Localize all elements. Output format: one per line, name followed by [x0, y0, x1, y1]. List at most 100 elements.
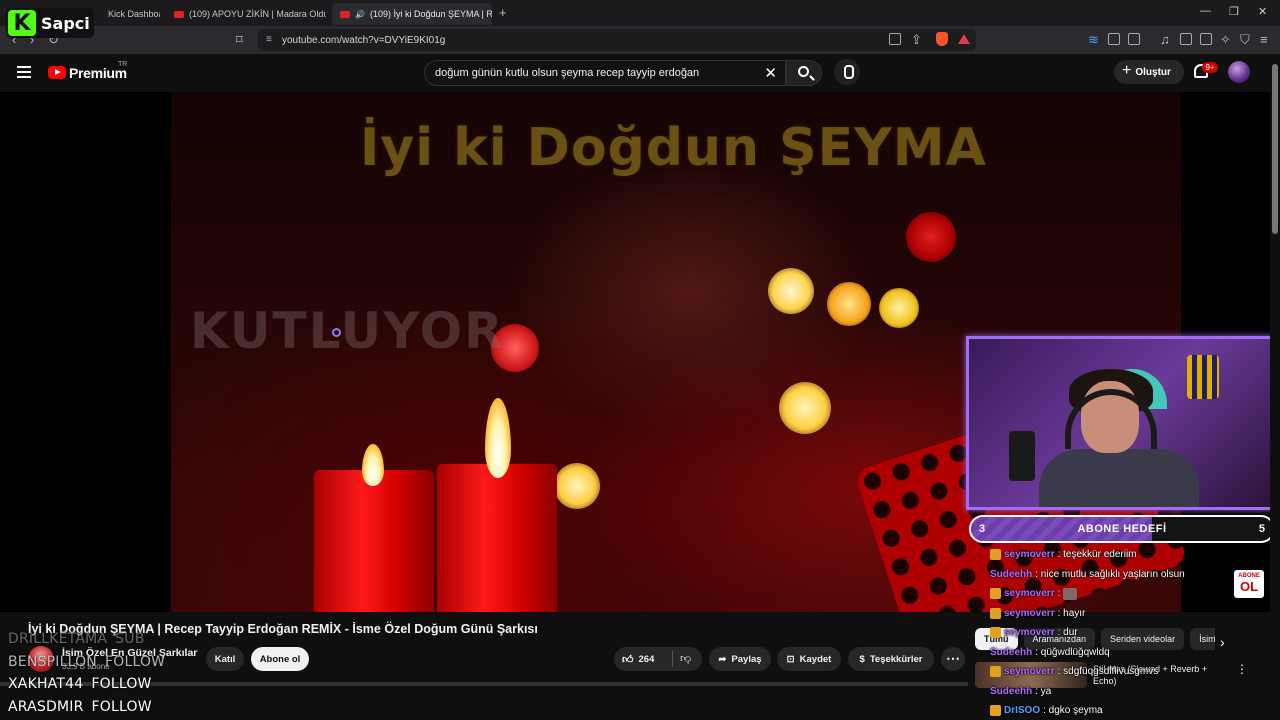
subscribe-badge-bottom: OL [1239, 579, 1259, 594]
chat-message: seymoverr: sdgfüqgsdlflivusgmvs [990, 662, 1230, 682]
notification-count-badge: 9+ [1202, 62, 1218, 73]
red-candle [314, 470, 434, 612]
more-actions-icon[interactable]: ⋯ [941, 647, 965, 671]
save-label: Kaydet [799, 653, 832, 665]
tab-current-video[interactable]: 🔊 (109) İyi ki Doğdun ŞEYMA | R × [332, 3, 492, 25]
bookmark-icon[interactable]: ⌑ [236, 32, 243, 48]
close-window-icon[interactable]: ✕ [1258, 5, 1267, 18]
thumbs-up-icon: 👍︎ [622, 654, 634, 666]
follower-name: BENSPILLON [8, 653, 97, 670]
chat-message: Sudeehh: ya [990, 682, 1230, 702]
chat-message: seymoverr: [990, 584, 1230, 604]
youtube-region-code: TR [118, 61, 128, 68]
red-candle [437, 464, 557, 612]
share-page-icon[interactable]: ⇪ [911, 32, 922, 48]
save-icon: ⊡ [786, 653, 795, 665]
thanks-icon: $ [859, 653, 865, 665]
browser-toolbar: ‹ › ↻ ⌑ ≡ youtube.com/watch?v=DVYiE9KI01… [0, 26, 1280, 54]
wallet-icon[interactable] [1200, 33, 1212, 45]
like-dislike-group: 👍︎ 264 👎︎ [614, 647, 702, 671]
recommended-menu-icon[interactable]: ⋮ [1236, 662, 1248, 676]
plus-icon: + [1122, 62, 1132, 79]
tab-kick-dashboard[interactable]: Kick Dashboard [100, 3, 160, 25]
scrollbar-thumb[interactable] [1272, 64, 1278, 234]
chat-message: seymoverr: dur [990, 623, 1230, 643]
divider [672, 651, 673, 667]
url-text: youtube.com/watch?v=DVYiE9KI01g [282, 34, 446, 46]
tab-apoyu[interactable]: (109) APOYU ZİKİN | Madara Olduk # × [166, 3, 326, 25]
address-bar[interactable]: ≡ youtube.com/watch?v=DVYiE9KI01g [258, 29, 976, 51]
chat-text: : ya [1035, 685, 1052, 697]
new-tab-icon[interactable]: + [499, 5, 507, 20]
bokeh-light [779, 382, 831, 434]
screen: Kick Dashboard (109) APOYU ZİKİN | Madar… [0, 0, 1280, 720]
screenshot-icon[interactable] [1128, 33, 1140, 45]
thanks-button[interactable]: $ Teşekkürler [848, 647, 934, 671]
follower-action: FOLLOW [91, 698, 152, 715]
search-input[interactable]: doğum günün kutlu olsun şeyma recep tayy… [424, 60, 786, 86]
microphone [1009, 431, 1035, 481]
like-button[interactable]: 👍︎ 264 [622, 653, 654, 666]
tab-label: (109) APOYU ZİKİN | Madara Olduk # [189, 9, 326, 19]
chat-username: seymoverr [1004, 607, 1055, 619]
chat-message: DrISOO: dgko şeyma [990, 701, 1230, 720]
chat-badge-icon [990, 705, 1001, 717]
account-avatar[interactable] [1228, 61, 1250, 83]
thanks-label: Teşekkürler [869, 653, 923, 665]
chat-username: seymoverr [1004, 588, 1055, 600]
sidebar-icon[interactable] [1180, 33, 1192, 45]
chat-message: seymoverr: teşekkür ederiim [990, 545, 1230, 565]
search-button[interactable] [786, 60, 822, 86]
chat-badge-icon [990, 607, 1001, 619]
follower-action: FOLLOW [104, 653, 166, 670]
youtube-masthead: Premium TR doğum günün kutlu olsun şeyma… [0, 54, 1270, 92]
subscribe-badge-overlay: ABONE OL [1234, 570, 1264, 598]
wall-jersey [1187, 355, 1219, 399]
chat-text: : nice mutlu sağlıklı yaşların olsun [1035, 568, 1185, 580]
chat-text: : hayır [1057, 607, 1086, 619]
page-scrollbar[interactable] [1270, 54, 1280, 720]
leo-ai-icon[interactable]: ≋ [1088, 32, 1099, 48]
join-button[interactable]: Katıl [206, 647, 244, 671]
chat-text: : dgko şeyma [1043, 705, 1103, 717]
site-settings-icon[interactable]: ≡ [266, 34, 272, 45]
dislike-button-icon[interactable]: 👎︎ [680, 652, 691, 665]
guide-menu-icon[interactable] [17, 66, 31, 78]
menu-icon[interactable]: ≡ [1260, 32, 1268, 47]
extensions-icon[interactable] [1108, 33, 1120, 45]
subscribe-button[interactable]: Abone ol [251, 647, 309, 671]
chat-username: Sudeehh [990, 646, 1033, 658]
clear-search-icon[interactable]: ✕ [764, 64, 777, 82]
minimize-icon[interactable]: — [1200, 5, 1211, 17]
tab-label: (109) İyi ki Doğdun ŞEYMA | R [369, 9, 492, 19]
maximize-icon[interactable]: ❐ [1229, 5, 1239, 18]
music-icon[interactable]: ♫ [1160, 32, 1170, 47]
candle-flame [485, 398, 511, 478]
ai-icon[interactable]: ✧ [1220, 32, 1231, 48]
audio-playing-icon[interactable]: 🔊 [355, 10, 365, 19]
search-query: doğum günün kutlu olsun şeyma recep tayy… [435, 67, 700, 79]
search-icon [798, 66, 809, 77]
create-label: Oluştur [1135, 66, 1171, 78]
chat-badge-icon [990, 627, 1001, 639]
follower-alert: XAKHAT44 FOLLOW [8, 673, 165, 696]
brave-rewards-icon[interactable] [958, 34, 970, 44]
chat-message: seymoverr: hayır [990, 604, 1230, 624]
cast-icon[interactable] [889, 33, 901, 45]
follower-name: DRILLKETAMA [8, 631, 108, 647]
share-button[interactable]: ➦ Paylaş [709, 647, 771, 671]
voice-search-icon[interactable] [834, 59, 860, 85]
chat-badge-icon [990, 549, 1001, 561]
brave-shields-icon[interactable] [936, 32, 948, 46]
vpn-shield-icon[interactable]: ⛉ [1240, 32, 1250, 48]
follower-alert: BENSPILLON FOLLOW [8, 651, 165, 674]
create-button[interactable]: + Oluştur [1114, 60, 1184, 84]
chat-text: : sdgfüqgsdlflivusgmvs [1057, 666, 1159, 678]
chat-text: : dur [1057, 627, 1078, 639]
browser-tab-strip: Kick Dashboard (109) APOYU ZİKİN | Madar… [0, 0, 1280, 26]
follower-name: XAKHAT44 [8, 676, 84, 692]
save-button[interactable]: ⊡ Kaydet [777, 647, 841, 671]
youtube-logo-icon[interactable] [48, 66, 66, 79]
kick-logo-icon: K [8, 10, 36, 36]
tab-label: Kick Dashboard [108, 9, 160, 19]
